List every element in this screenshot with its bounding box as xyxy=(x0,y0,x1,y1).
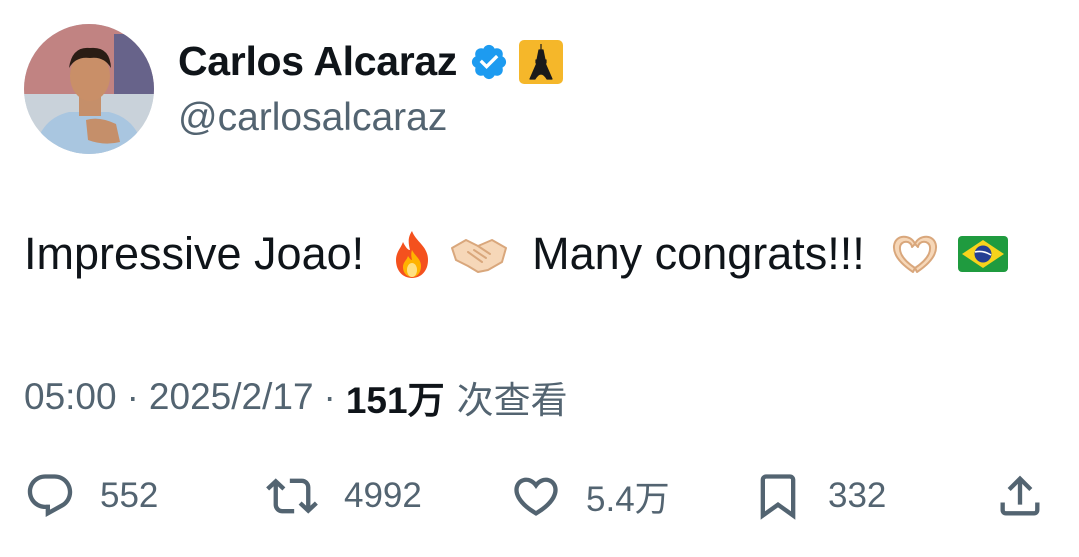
tweet-time[interactable]: 05:00 xyxy=(24,376,117,418)
bookmark-button[interactable]: 332 xyxy=(750,466,886,526)
author-row: Carlos Alcaraz xyxy=(178,38,564,85)
heart-icon xyxy=(514,477,558,516)
share-icon xyxy=(1000,475,1040,516)
tweet-text-part1: Impressive Joao! xyxy=(24,228,365,279)
reply-count: 552 xyxy=(100,476,159,515)
tweet-text-part2: Many congrats!!! xyxy=(532,228,865,279)
retweet-count: 4992 xyxy=(344,476,422,515)
share-button[interactable] xyxy=(992,466,1048,526)
meta-separator: · xyxy=(323,376,336,417)
author-handle[interactable]: @carlosalcaraz xyxy=(178,96,447,140)
tweet-meta: 05:00 · 2025/2/17 · 151万 次查看 xyxy=(24,370,568,424)
view-count: 151万 xyxy=(345,380,445,421)
bookmark-icon xyxy=(760,474,796,520)
reply-icon xyxy=(27,474,73,518)
meta-separator: · xyxy=(126,376,139,417)
retweet-icon xyxy=(266,478,318,514)
brazil-flag-emoji xyxy=(957,236,1008,272)
handshake-emoji xyxy=(451,239,508,273)
retweet-button[interactable]: 4992 xyxy=(262,466,422,526)
heart-hands-emoji xyxy=(892,235,937,273)
bookmark-count: 332 xyxy=(828,476,887,515)
author-name[interactable]: Carlos Alcaraz xyxy=(178,38,457,85)
fire-emoji xyxy=(396,231,429,278)
action-bar: 552 4992 5.4万 332 xyxy=(22,466,1052,526)
avatar[interactable] xyxy=(24,24,154,154)
eiffel-tower-icon xyxy=(519,39,564,84)
reply-button[interactable]: 552 xyxy=(22,466,158,526)
tweet-date[interactable]: 2025/2/17 xyxy=(149,376,314,418)
tweet-text: Impressive Joao! Many congrats!!! xyxy=(24,228,1009,280)
like-button[interactable]: 5.4万 xyxy=(508,466,670,526)
like-count: 5.4万 xyxy=(586,479,670,519)
verified-badge-icon xyxy=(472,44,507,79)
view-label: 次查看 xyxy=(456,380,568,421)
